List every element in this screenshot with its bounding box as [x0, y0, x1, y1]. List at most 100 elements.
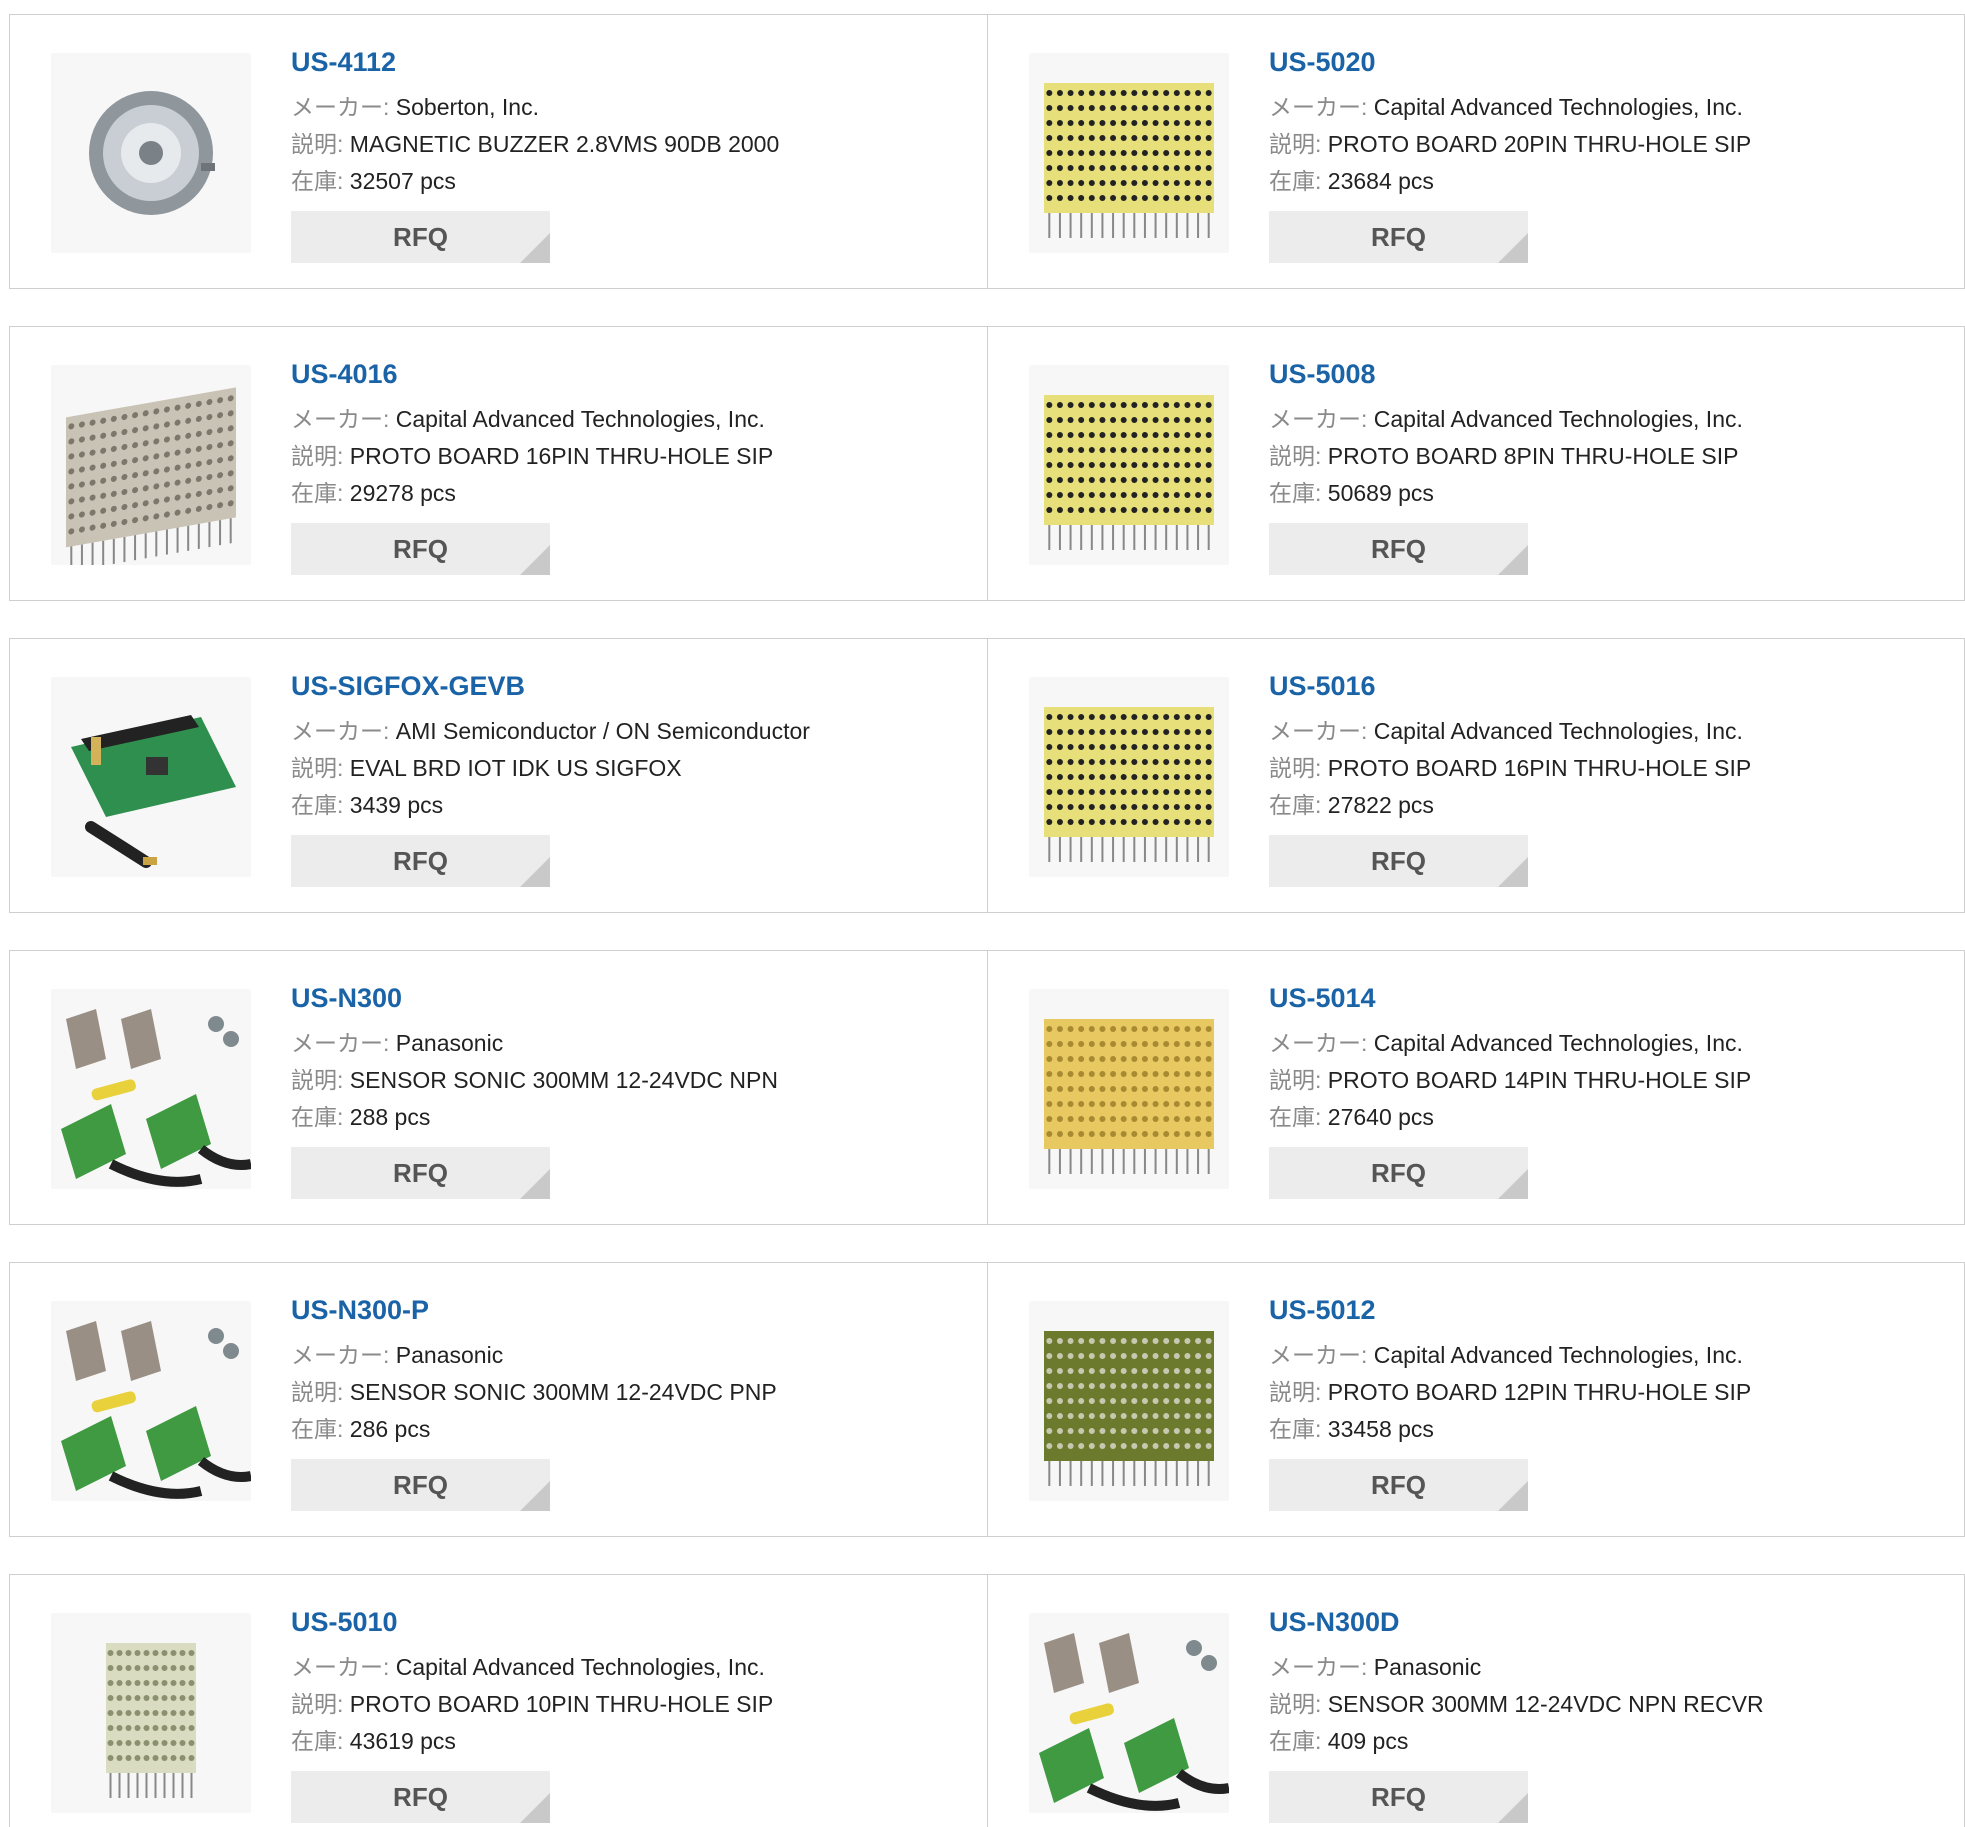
manufacturer-line: メーカー: Panasonic: [1269, 1649, 1946, 1686]
stock-line: 在庫: 43619 pcs: [291, 1723, 967, 1760]
manufacturer-label: メーカー:: [291, 1654, 396, 1680]
rfq-button-label: RFQ: [1371, 534, 1426, 564]
description-label: 説明:: [291, 443, 350, 469]
description-label: 説明:: [1269, 1379, 1328, 1405]
rfq-button[interactable]: RFQ: [1269, 211, 1528, 263]
rfq-button[interactable]: RFQ: [291, 523, 550, 575]
description-label: 説明:: [291, 755, 350, 781]
product-card: US-5012 メーカー: Capital Advanced Technolog…: [988, 1263, 1965, 1536]
rfq-button[interactable]: RFQ: [291, 1771, 550, 1823]
rfq-button[interactable]: RFQ: [291, 211, 550, 263]
product-info: US-5012 メーカー: Capital Advanced Technolog…: [1269, 1293, 1946, 1511]
rfq-button[interactable]: RFQ: [291, 1459, 550, 1511]
rfq-button[interactable]: RFQ: [291, 835, 550, 887]
manufacturer-label: メーカー:: [1269, 1654, 1374, 1680]
stock-value: 286 pcs: [349, 1416, 431, 1442]
product-info: US-N300 メーカー: Panasonic 説明: SENSOR SONIC…: [291, 981, 967, 1199]
rfq-button[interactable]: RFQ: [1269, 835, 1528, 887]
part-number-link[interactable]: US-5012: [1269, 1293, 1376, 1327]
stock-value: 29278 pcs: [349, 480, 456, 506]
product-row: US-4016 メーカー: Capital Advanced Technolog…: [9, 326, 1965, 601]
description-label: 説明:: [291, 131, 350, 157]
part-number-link[interactable]: US-N300-P: [291, 1293, 429, 1327]
product-info: US-4016 メーカー: Capital Advanced Technolog…: [291, 357, 967, 575]
stock-label: 在庫:: [1269, 168, 1328, 194]
part-number-link[interactable]: US-N300D: [1269, 1605, 1400, 1639]
buzzer-image-graphic: [89, 91, 215, 215]
product-card: US-5016 メーカー: Capital Advanced Technolog…: [988, 639, 1965, 912]
description-value: SENSOR 300MM 12-24VDC NPN RECVR: [1327, 1691, 1764, 1717]
product-info: US-N300-P メーカー: Panasonic 説明: SENSOR SON…: [291, 1293, 967, 1511]
stock-line: 在庫: 29278 pcs: [291, 475, 967, 512]
stock-label: 在庫:: [291, 792, 350, 818]
manufacturer-label: メーカー:: [1269, 1342, 1374, 1368]
eval-board-image[interactable]: [51, 677, 251, 877]
proto-board-gold-image-graphic: [1044, 1019, 1214, 1174]
manufacturer-line: メーカー: Panasonic: [291, 1025, 967, 1062]
rfq-button-label: RFQ: [393, 222, 448, 252]
part-number-link[interactable]: US-4016: [291, 357, 398, 391]
manufacturer-value: Capital Advanced Technologies, Inc.: [1373, 94, 1743, 120]
part-number-link[interactable]: US-SIGFOX-GEVB: [291, 669, 525, 703]
part-number-link[interactable]: US-5020: [1269, 45, 1376, 79]
description-line: 説明: PROTO BOARD 10PIN THRU-HOLE SIP: [291, 1686, 967, 1723]
sensor-kit-image[interactable]: [51, 1301, 251, 1501]
rfq-button[interactable]: RFQ: [1269, 1771, 1528, 1823]
description-line: 説明: PROTO BOARD 16PIN THRU-HOLE SIP: [1269, 750, 1946, 787]
product-info: US-5016 メーカー: Capital Advanced Technolog…: [1269, 669, 1946, 887]
proto-board-gold-image[interactable]: [1029, 989, 1229, 1189]
product-row: US-N300 メーカー: Panasonic 説明: SENSOR SONIC…: [9, 950, 1965, 1225]
manufacturer-line: メーカー: Capital Advanced Technologies, Inc…: [1269, 1025, 1946, 1062]
manufacturer-label: メーカー:: [1269, 1030, 1374, 1056]
rfq-button-label: RFQ: [393, 846, 448, 876]
stock-value: 27822 pcs: [1327, 792, 1434, 818]
manufacturer-value: Panasonic: [395, 1342, 504, 1368]
product-info: US-SIGFOX-GEVB メーカー: AMI Semiconductor /…: [291, 669, 967, 887]
description-value: PROTO BOARD 10PIN THRU-HOLE SIP: [349, 1691, 774, 1717]
manufacturer-line: メーカー: Capital Advanced Technologies, Inc…: [1269, 713, 1946, 750]
part-number-link[interactable]: US-N300: [291, 981, 402, 1015]
buzzer-image[interactable]: [51, 53, 251, 253]
description-line: 説明: PROTO BOARD 20PIN THRU-HOLE SIP: [1269, 126, 1946, 163]
part-number-link[interactable]: US-5010: [291, 1605, 398, 1639]
manufacturer-line: メーカー: Panasonic: [291, 1337, 967, 1374]
corner-triangle-icon: [520, 1481, 550, 1511]
rfq-button[interactable]: RFQ: [291, 1147, 550, 1199]
proto-board-image[interactable]: [1029, 53, 1229, 253]
sensor-kit-image[interactable]: [1029, 1613, 1229, 1813]
product-info: US-5020 メーカー: Capital Advanced Technolog…: [1269, 45, 1946, 263]
part-number-link[interactable]: US-5008: [1269, 357, 1376, 391]
proto-board-image[interactable]: [1029, 365, 1229, 565]
rfq-button[interactable]: RFQ: [1269, 1147, 1528, 1199]
corner-triangle-icon: [520, 1793, 550, 1823]
part-number-link[interactable]: US-4112: [291, 45, 396, 79]
rfq-button[interactable]: RFQ: [1269, 523, 1528, 575]
proto-board-angled-image[interactable]: [51, 365, 251, 565]
sensor-kit-image[interactable]: [51, 989, 251, 1189]
proto-board-pale-image[interactable]: [51, 1613, 251, 1813]
proto-board-dark-image-graphic: [1044, 1331, 1214, 1486]
stock-label: 在庫:: [291, 480, 350, 506]
part-number-link[interactable]: US-5016: [1269, 669, 1376, 703]
corner-triangle-icon: [1498, 857, 1528, 887]
sensor-kit-image-graphic: [61, 1009, 251, 1187]
description-label: 説明:: [291, 1067, 350, 1093]
description-line: 説明: SENSOR 300MM 12-24VDC NPN RECVR: [1269, 1686, 1946, 1723]
sensor-kit-image-graphic: [61, 1321, 251, 1499]
stock-label: 在庫:: [291, 168, 350, 194]
product-info: US-N300D メーカー: Panasonic 説明: SENSOR 300M…: [1269, 1605, 1946, 1823]
rfq-button-label: RFQ: [1371, 1470, 1426, 1500]
description-value: PROTO BOARD 8PIN THRU-HOLE SIP: [1327, 443, 1739, 469]
description-line: 説明: PROTO BOARD 14PIN THRU-HOLE SIP: [1269, 1062, 1946, 1099]
manufacturer-label: メーカー:: [291, 718, 396, 744]
stock-line: 在庫: 33458 pcs: [1269, 1411, 1946, 1448]
proto-board-pale-image-graphic: [106, 1643, 196, 1798]
stock-value: 43619 pcs: [349, 1728, 456, 1754]
description-label: 説明:: [1269, 1691, 1328, 1717]
proto-board-image[interactable]: [1029, 677, 1229, 877]
proto-board-dark-image[interactable]: [1029, 1301, 1229, 1501]
part-number-link[interactable]: US-5014: [1269, 981, 1376, 1015]
corner-triangle-icon: [1498, 1481, 1528, 1511]
rfq-button[interactable]: RFQ: [1269, 1459, 1528, 1511]
description-line: 説明: SENSOR SONIC 300MM 12-24VDC NPN: [291, 1062, 967, 1099]
